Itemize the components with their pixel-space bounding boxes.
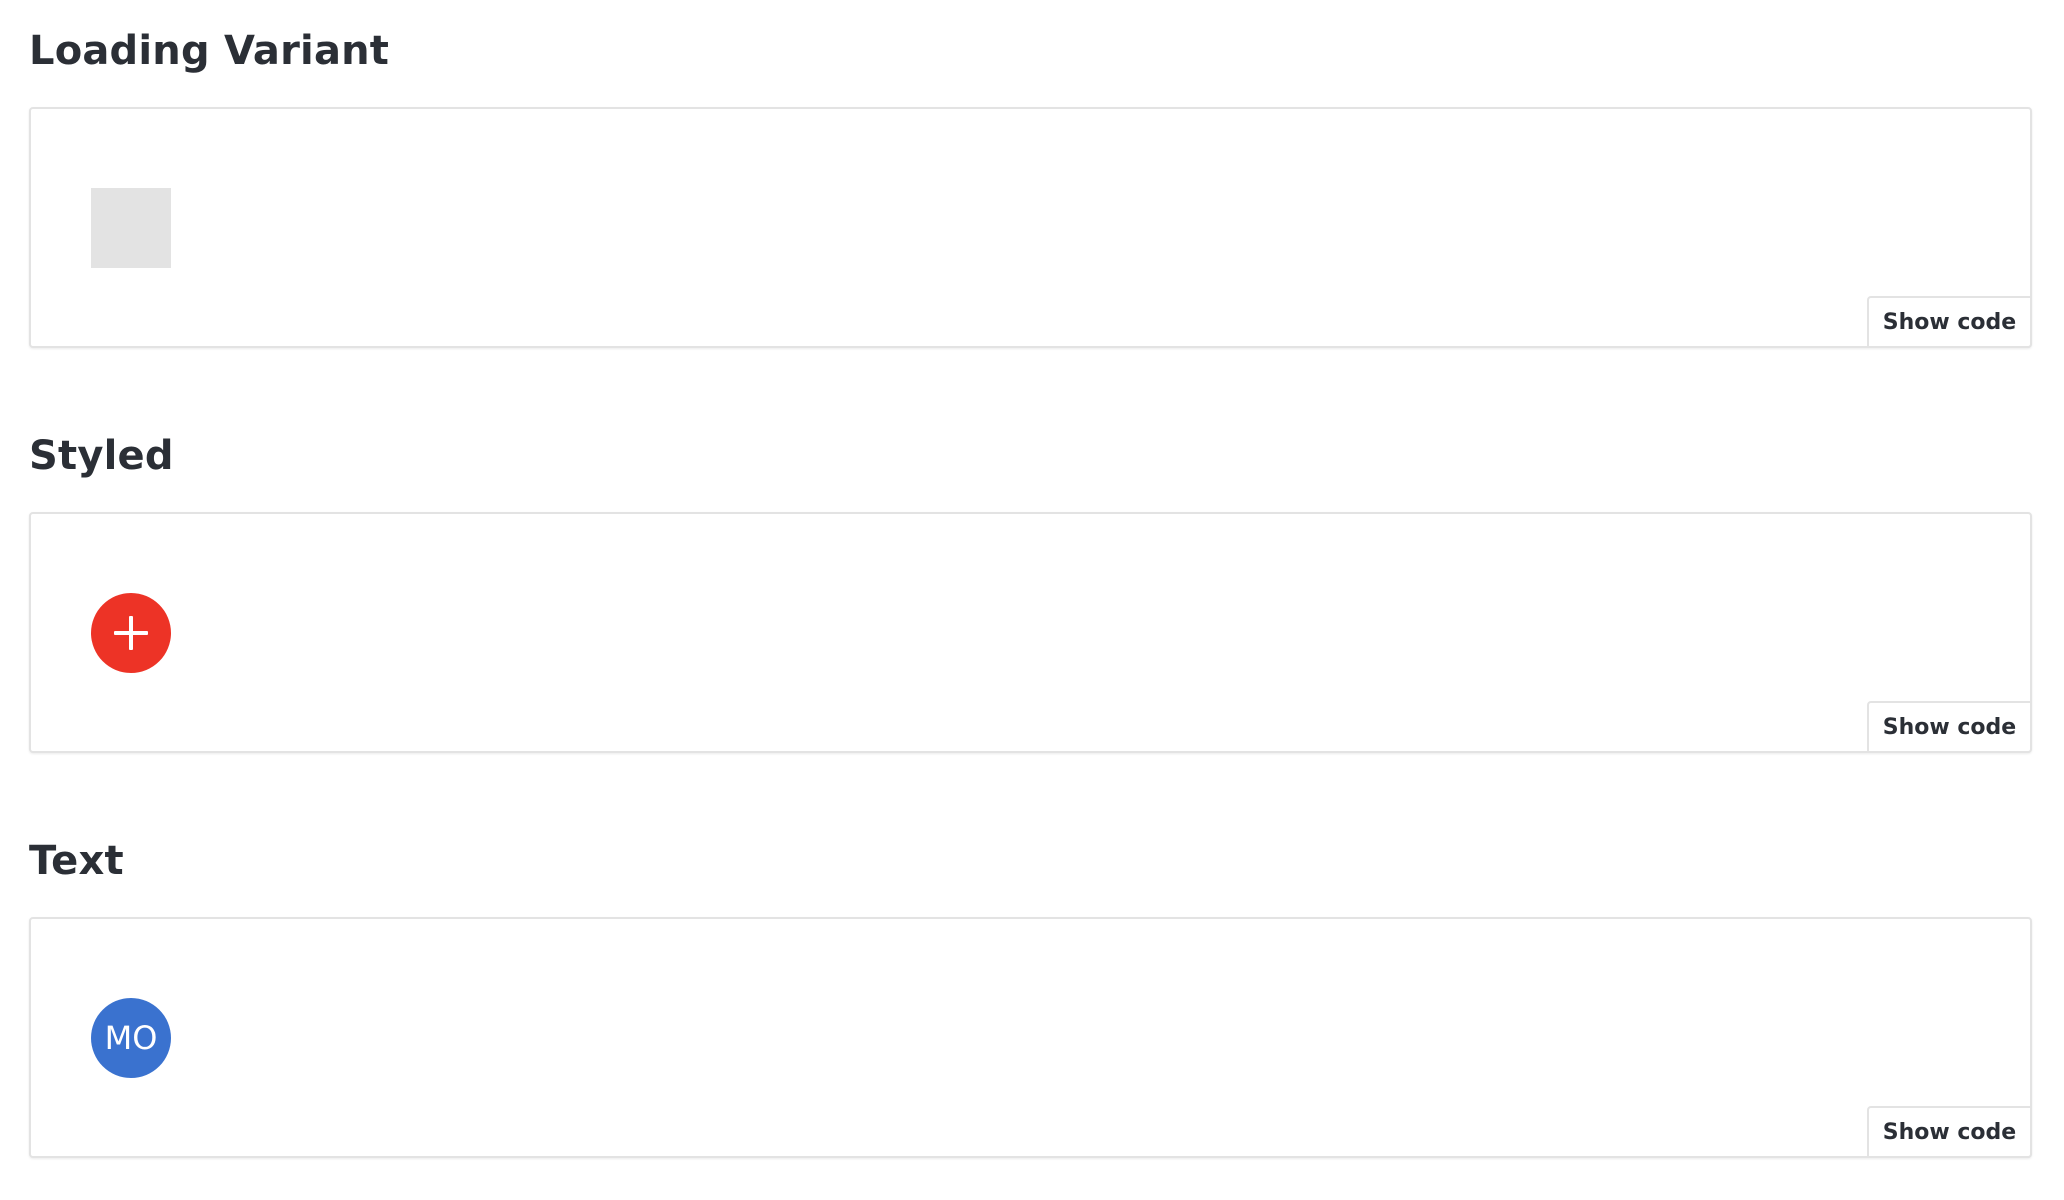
avatar-initials: MO (104, 1019, 158, 1057)
demo-box: Show code (29, 107, 2032, 348)
plus-icon (114, 616, 148, 650)
avatar-skeleton (91, 188, 171, 268)
section-title: Text (29, 838, 124, 884)
page: Loading Variant Show code Styled Show co… (0, 0, 2064, 1200)
avatar-styled (91, 593, 171, 673)
show-code-button[interactable]: Show code (1867, 296, 2032, 348)
section-title: Styled (29, 433, 174, 479)
demo-box: Show code (29, 512, 2032, 753)
show-code-button[interactable]: Show code (1867, 1106, 2032, 1158)
demo-box: MO Show code (29, 917, 2032, 1158)
avatar-text: MO (91, 998, 171, 1078)
section-title: Loading Variant (29, 28, 390, 74)
show-code-button[interactable]: Show code (1867, 701, 2032, 753)
